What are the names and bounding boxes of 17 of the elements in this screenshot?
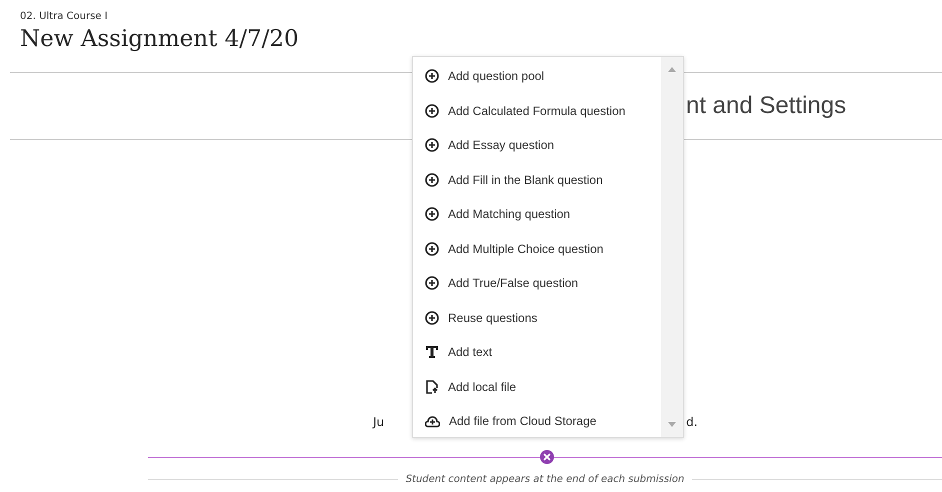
breadcrumb: 02. Ultra Course I (19, 10, 109, 22)
menu-item[interactable]: Reuse questions (413, 300, 661, 335)
menu-item[interactable]: Add question pool (413, 59, 661, 94)
body-text: Ju (373, 415, 384, 431)
menu-item[interactable]: Add local file (413, 370, 661, 404)
menu-item[interactable]: Add file from Cloud Storage (413, 404, 661, 438)
divider-note: Student content appears at the end of each submission (404, 474, 686, 485)
menu-item[interactable]: Add Matching question (413, 197, 661, 232)
menu-item[interactable]: Add Calculated Formula question (413, 94, 661, 128)
page-title: New Assignment 4/7/20 (20, 26, 300, 52)
menu-item[interactable]: Add text (413, 335, 661, 370)
menu-item[interactable]: Add Multiple Choice question (413, 232, 661, 266)
menu-item[interactable]: Add True/False question (413, 266, 661, 300)
menu-item[interactable]: Add Essay question (413, 128, 661, 162)
menu-item[interactable]: Add Fill in the Blank question (413, 162, 661, 197)
section-heading: nt and Settings (686, 92, 846, 120)
body-text: d. (686, 415, 698, 431)
